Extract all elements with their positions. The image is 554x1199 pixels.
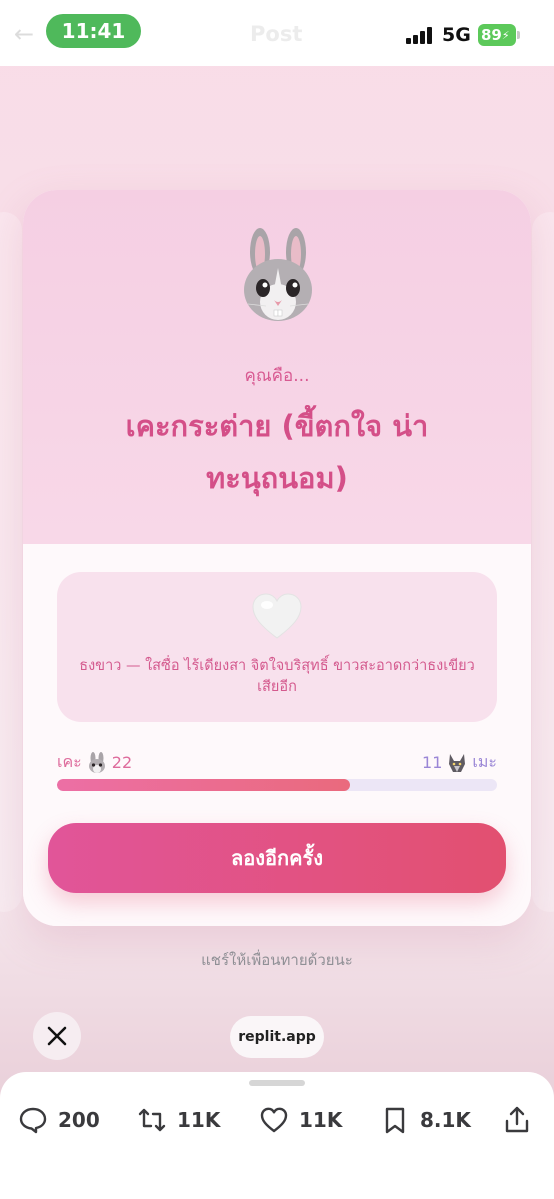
- retry-button[interactable]: ลองอีกครั้ง: [48, 823, 506, 893]
- score-progress-bar: [57, 779, 497, 791]
- result-intro: คุณคือ...: [244, 366, 310, 386]
- seme-score-value: 11: [422, 753, 443, 772]
- bookmark-button[interactable]: 8.1K: [380, 1104, 471, 1136]
- share-prompt: แชร์ให้เพื่อนทายด้วยนะ: [201, 951, 353, 969]
- status-bar: ← Post 11:41 5G 89 ⚡: [0, 0, 554, 66]
- result-description: ธงขาว — ใสซื่อ ไร้เดียงสา จิตใจบริสุทธิ์…: [79, 658, 475, 695]
- uke-score: เคะ 22: [57, 750, 132, 775]
- back-arrow-icon[interactable]: ←: [14, 20, 34, 48]
- rabbit-face-icon: [88, 751, 105, 773]
- next-card-shadow: [532, 212, 554, 912]
- result-title: เคะกระต่าย (ขี้ตกใจ น่าทะนุถนอม): [125, 409, 429, 495]
- retry-button-label: ลองอีกครั้ง: [230, 846, 324, 870]
- post-actions-sheet: 200 11K 11K 8.1K: [0, 1072, 554, 1199]
- battery-level: 89: [481, 26, 502, 44]
- share-icon: [505, 1106, 529, 1133]
- score-progress-fill: [57, 779, 351, 791]
- repost-count: 11K: [177, 1108, 221, 1132]
- wolf-face-icon: [449, 753, 466, 772]
- rabbit-face-icon: [244, 228, 312, 321]
- close-icon: [47, 1026, 67, 1046]
- cellular-signal-icon: [406, 26, 436, 44]
- share-button[interactable]: [502, 1104, 532, 1136]
- post-header-title: Post: [250, 22, 303, 46]
- reply-button[interactable]: 200: [18, 1104, 100, 1136]
- heart-icon: [260, 1107, 288, 1133]
- prev-card-shadow: [0, 212, 22, 912]
- repost-button[interactable]: 11K: [137, 1104, 220, 1136]
- result-card: คุณคือ... เคะกระต่าย (ขี้ตกใจ น่าทะนุถนอ…: [23, 190, 531, 926]
- uke-score-value: 22: [111, 753, 133, 772]
- repost-icon: [138, 1108, 166, 1132]
- seme-score: 11 เมะ: [422, 750, 497, 775]
- url-text: replit.app: [238, 1029, 316, 1045]
- reply-bubble-icon: [19, 1107, 47, 1134]
- reply-count: 200: [58, 1108, 100, 1132]
- like-count: 11K: [299, 1108, 343, 1132]
- bookmark-count: 8.1K: [420, 1108, 471, 1132]
- battery-icon: 89 ⚡: [478, 24, 520, 46]
- time-indicator[interactable]: 11:41: [46, 14, 141, 48]
- time-text: 11:41: [61, 19, 126, 43]
- bookmark-icon: [385, 1107, 405, 1134]
- url-pill[interactable]: replit.app: [230, 1016, 324, 1058]
- white-heart-icon: [252, 593, 302, 639]
- close-browser-button[interactable]: [33, 1012, 81, 1060]
- like-button[interactable]: 11K: [259, 1104, 342, 1136]
- uke-label: เคะ: [57, 752, 82, 771]
- sheet-handle[interactable]: [249, 1080, 305, 1086]
- description-box: ธงขาว — ใสซื่อ ไร้เดียงสา จิตใจบริสุทธิ์…: [57, 572, 497, 722]
- seme-label: เมะ: [472, 752, 497, 771]
- network-type: 5G: [442, 24, 471, 46]
